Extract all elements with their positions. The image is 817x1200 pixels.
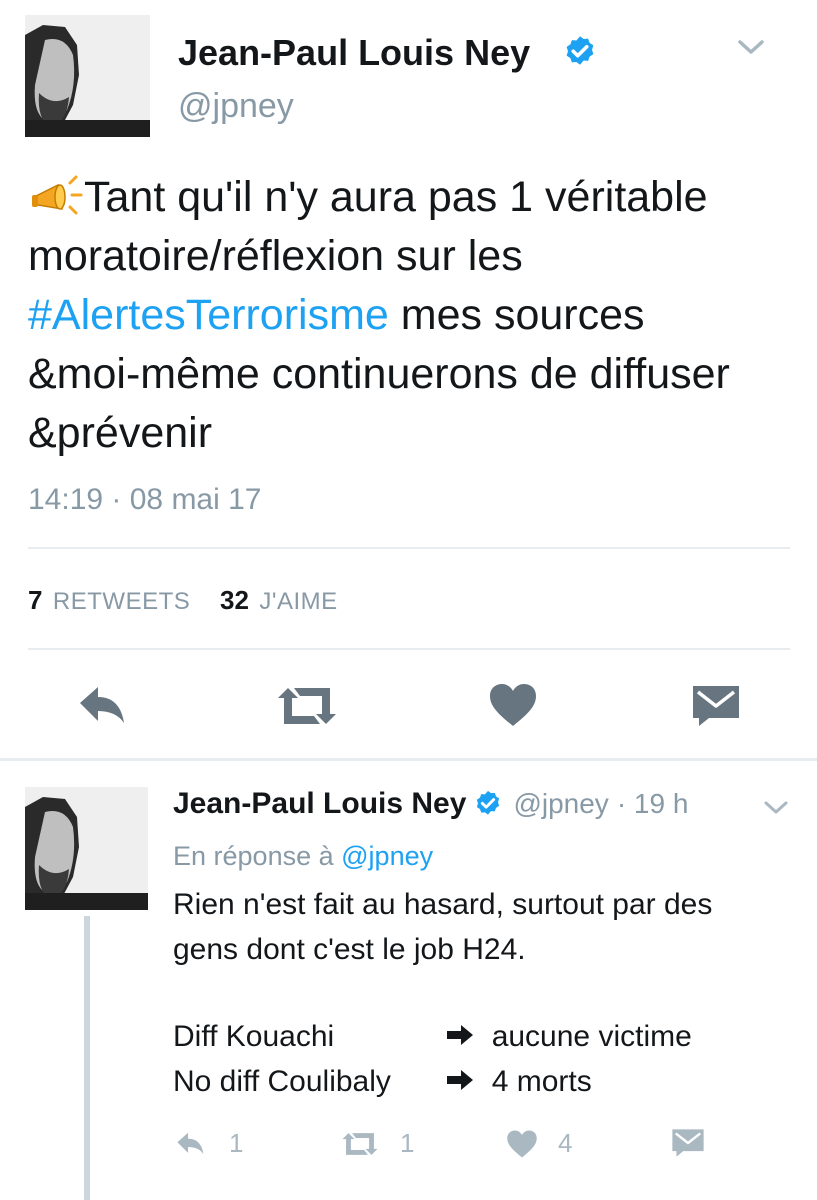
right-arrow-icon (445, 1059, 475, 1090)
reply-icon (80, 687, 124, 723)
reply-line-1: Rien n'est fait au hasard, surtout par d… (173, 888, 713, 921)
avatar-photo (25, 787, 148, 910)
reply-time[interactable]: · 19 h (617, 788, 689, 820)
retweets-count: 7 (28, 585, 43, 615)
reply-avatar[interactable] (25, 787, 148, 910)
tweet-text-after-hashtag: mes sources (388, 291, 645, 339)
main-tweet-text: Tant qu'il n'y aura pas 1 véritable mora… (28, 168, 798, 463)
in-reply-label: En réponse à (173, 841, 334, 871)
verified-badge-icon (562, 34, 598, 70)
like-count: 4 (558, 1128, 573, 1158)
heart-icon (490, 684, 536, 726)
tweet-line-2: moratoire/réflexion sur les (28, 232, 523, 280)
reply-retweet-button[interactable]: 1 (340, 1128, 414, 1159)
envelope-icon (672, 1129, 704, 1157)
main-avatar[interactable] (25, 15, 150, 137)
envelope-icon (693, 686, 739, 726)
tweet-line-5: &prévenir (28, 409, 213, 457)
tweet-line-4: &moi-même continuerons de diffuser (28, 350, 730, 398)
row1-left: Diff Kouachi (173, 1020, 335, 1053)
retweets-label: RETWEETS (52, 588, 191, 615)
reply-row-1: Diff Kouachi aucune victime (173, 1014, 793, 1059)
reply-header: Jean-Paul Louis Ney @jpney · 19 h (173, 782, 688, 826)
reply-row-2: No diff Coulibaly 4 morts (173, 1059, 793, 1104)
avatar-photo (25, 15, 150, 137)
retweet-icon (278, 688, 336, 724)
reply-count: 1 (229, 1128, 244, 1158)
row2-right: 4 morts (491, 1065, 592, 1098)
verified-badge-icon (473, 789, 503, 819)
row2-left: No diff Coulibaly (173, 1065, 391, 1098)
heart-icon (507, 1130, 537, 1157)
divider-top (28, 547, 790, 549)
like-button[interactable] (488, 682, 538, 728)
right-arrow-icon (445, 1014, 475, 1045)
reply-tweet-text: Rien n'est fait au hasard, surtout par d… (173, 882, 793, 972)
retweet-button[interactable] (274, 684, 340, 728)
tweet-line-3: #AlertesTerrorisme mes sources (28, 286, 798, 345)
megaphone-icon (28, 173, 84, 217)
in-reply-to: En réponse à @jpney (173, 838, 433, 874)
reply-handle[interactable]: @jpney (513, 788, 608, 820)
retweets-stat[interactable]: 7 RETWEETS (28, 585, 190, 616)
tweet-line-1: Tant qu'il n'y aura pas 1 véritable (28, 168, 798, 227)
main-author-name[interactable]: Jean-Paul Louis Ney (178, 30, 530, 76)
likes-count: 32 (220, 585, 249, 615)
direct-message-button[interactable] (691, 684, 741, 728)
reply-reply-button[interactable]: 1 (175, 1128, 243, 1159)
reply-dm-button[interactable] (671, 1128, 705, 1163)
reply-line-2: gens dont c'est le job H24. (173, 933, 526, 966)
hashtag-link[interactable]: #AlertesTerrorisme (28, 291, 389, 339)
reply-author-name[interactable]: Jean-Paul Louis Ney (173, 782, 466, 826)
likes-stat[interactable]: 32 J'AIME (220, 585, 338, 616)
divider-bottom (28, 648, 790, 650)
thread-connector-line (84, 916, 90, 1200)
row1-right: aucune victime (491, 1020, 692, 1053)
chevron-down-icon[interactable] (762, 798, 790, 818)
chevron-down-icon[interactable] (735, 36, 767, 60)
reply-button[interactable] (76, 683, 130, 729)
reply-icon (177, 1132, 204, 1154)
main-handle[interactable]: @jpney (178, 84, 294, 128)
tweet-text-intro: Tant qu'il n'y aura pas 1 véritable (84, 173, 708, 221)
section-divider (0, 758, 817, 761)
reply-like-button[interactable]: 4 (506, 1128, 572, 1159)
tweet-timestamp[interactable]: 14:19 · 08 mai 17 (28, 482, 261, 518)
likes-label: J'AIME (259, 588, 338, 615)
retweet-icon (342, 1132, 378, 1155)
in-reply-handle-link[interactable]: @jpney (341, 841, 433, 871)
retweet-count: 1 (400, 1128, 415, 1158)
